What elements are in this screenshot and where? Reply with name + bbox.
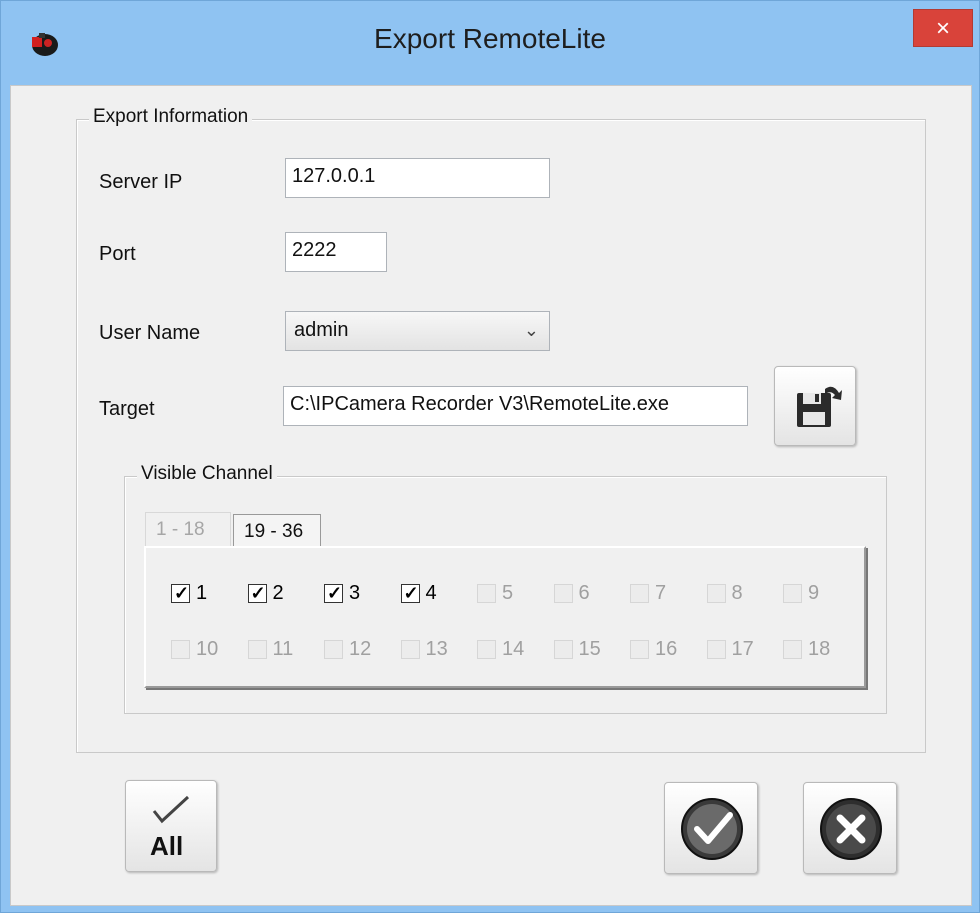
channel-label: 6 — [578, 582, 590, 604]
channel-checkbox-7: 7 — [630, 582, 666, 605]
channel-checkbox-17: 17 — [706, 638, 754, 661]
port-label: Port — [99, 243, 136, 265]
channel-checkbox-12: 12 — [324, 638, 371, 661]
checkbox-box — [553, 584, 573, 603]
channel-label: 8 — [731, 582, 743, 604]
channel-label: 9 — [808, 582, 820, 604]
channel-checkbox-11: 11 — [247, 638, 294, 661]
checkbox-box — [400, 640, 420, 659]
checkbox-box — [706, 640, 726, 659]
checkbox-box[interactable]: ✓ — [171, 583, 190, 603]
export-information-label: Export Information — [89, 106, 253, 128]
server-ip-input[interactable]: 127.0.0.1 — [285, 158, 550, 198]
channel-tab-panel — [144, 546, 866, 688]
user-name-value: admin — [294, 319, 349, 341]
channel-label: 7 — [655, 582, 667, 604]
checkbox-box — [324, 640, 343, 659]
user-name-label: User Name — [99, 322, 201, 344]
ok-check-icon — [681, 798, 743, 860]
channel-label: 11 — [272, 638, 294, 660]
channel-checkbox-18: 18 — [783, 638, 830, 661]
tab-channels-19-36[interactable]: 19 - 36 — [233, 514, 321, 548]
cancel-button[interactable] — [803, 782, 897, 874]
window-title: Export RemoteLite — [374, 23, 606, 54]
channel-checkbox-6: 6 — [553, 582, 590, 605]
channel-checkbox-13: 13 — [400, 638, 448, 661]
user-name-select[interactable]: admin ⌄ — [285, 311, 550, 351]
checkbox-box — [706, 584, 726, 603]
channel-label: 14 — [502, 638, 525, 660]
checkbox-box — [630, 640, 649, 659]
checkmark-icon: ✓ — [403, 583, 419, 603]
close-button[interactable]: × — [913, 9, 973, 47]
checkbox-box — [171, 640, 190, 659]
dialog-body: Export Information Server IP 127.0.0.1 P… — [10, 85, 972, 906]
channel-checkbox-3[interactable]: ✓ 3 — [324, 582, 360, 605]
checkbox-box[interactable]: ✓ — [400, 583, 420, 603]
channel-label: 18 — [808, 638, 831, 660]
checkbox-box — [783, 640, 802, 659]
checkbox-box — [783, 584, 802, 603]
target-label: Target — [99, 398, 155, 420]
chevron-down-icon: ⌄ — [523, 320, 539, 340]
channel-label: 2 — [272, 582, 284, 604]
channel-label: 16 — [655, 638, 678, 660]
channel-checkbox-8: 8 — [706, 582, 743, 605]
channel-label: 15 — [578, 638, 601, 660]
checkmark-icon: ✓ — [327, 583, 343, 603]
channel-checkbox-14: 14 — [477, 638, 524, 661]
checkbox-box — [553, 640, 573, 659]
ok-button[interactable] — [664, 782, 758, 874]
checkbox-box — [630, 584, 649, 603]
checkbox-box — [247, 640, 267, 659]
channel-label: 13 — [425, 638, 448, 660]
export-remotelite-window: Export RemoteLite × Export Information S… — [0, 0, 980, 913]
browse-save-button[interactable] — [774, 366, 856, 446]
port-input[interactable]: 2222 — [285, 232, 387, 272]
channel-checkbox-4[interactable]: ✓ 4 — [400, 582, 437, 605]
checkmark-icon: ✓ — [250, 583, 266, 603]
channel-checkbox-1[interactable]: ✓ 1 — [171, 582, 207, 605]
visible-channel-label: Visible Channel — [137, 463, 277, 485]
checkbox-box — [477, 584, 496, 603]
target-input[interactable]: C:\IPCamera Recorder V3\RemoteLite.exe — [283, 386, 748, 426]
title-bar[interactable]: Export RemoteLite × — [1, 1, 979, 85]
checkbox-box[interactable]: ✓ — [324, 583, 343, 603]
checkbox-box — [477, 640, 496, 659]
channel-checkbox-9: 9 — [783, 582, 819, 605]
save-icon — [797, 386, 842, 427]
channel-checkbox-5: 5 — [477, 582, 513, 605]
checkbox-box[interactable]: ✓ — [247, 583, 267, 603]
cancel-x-icon — [820, 798, 882, 860]
channel-checkbox-15: 15 — [553, 638, 601, 661]
channel-label: 10 — [196, 638, 219, 660]
channel-checkbox-10: 10 — [171, 638, 218, 661]
channel-checkbox-2[interactable]: ✓ 2 — [247, 582, 284, 605]
close-icon: × — [935, 15, 950, 42]
tab-channels-1-18[interactable]: 1 - 18 — [145, 512, 231, 546]
server-ip-label: Server IP — [99, 171, 183, 193]
channel-label: 3 — [349, 582, 361, 604]
channel-label: 5 — [502, 582, 514, 604]
select-all-button[interactable]: All — [125, 780, 217, 872]
checkmark-icon: ✓ — [174, 583, 190, 603]
channel-label: 17 — [731, 638, 754, 660]
channel-checkbox-16: 16 — [630, 638, 677, 661]
channel-label: 12 — [349, 638, 372, 660]
select-all-label: All — [150, 831, 184, 861]
channel-label: 4 — [425, 582, 437, 604]
channel-label: 1 — [196, 582, 208, 604]
